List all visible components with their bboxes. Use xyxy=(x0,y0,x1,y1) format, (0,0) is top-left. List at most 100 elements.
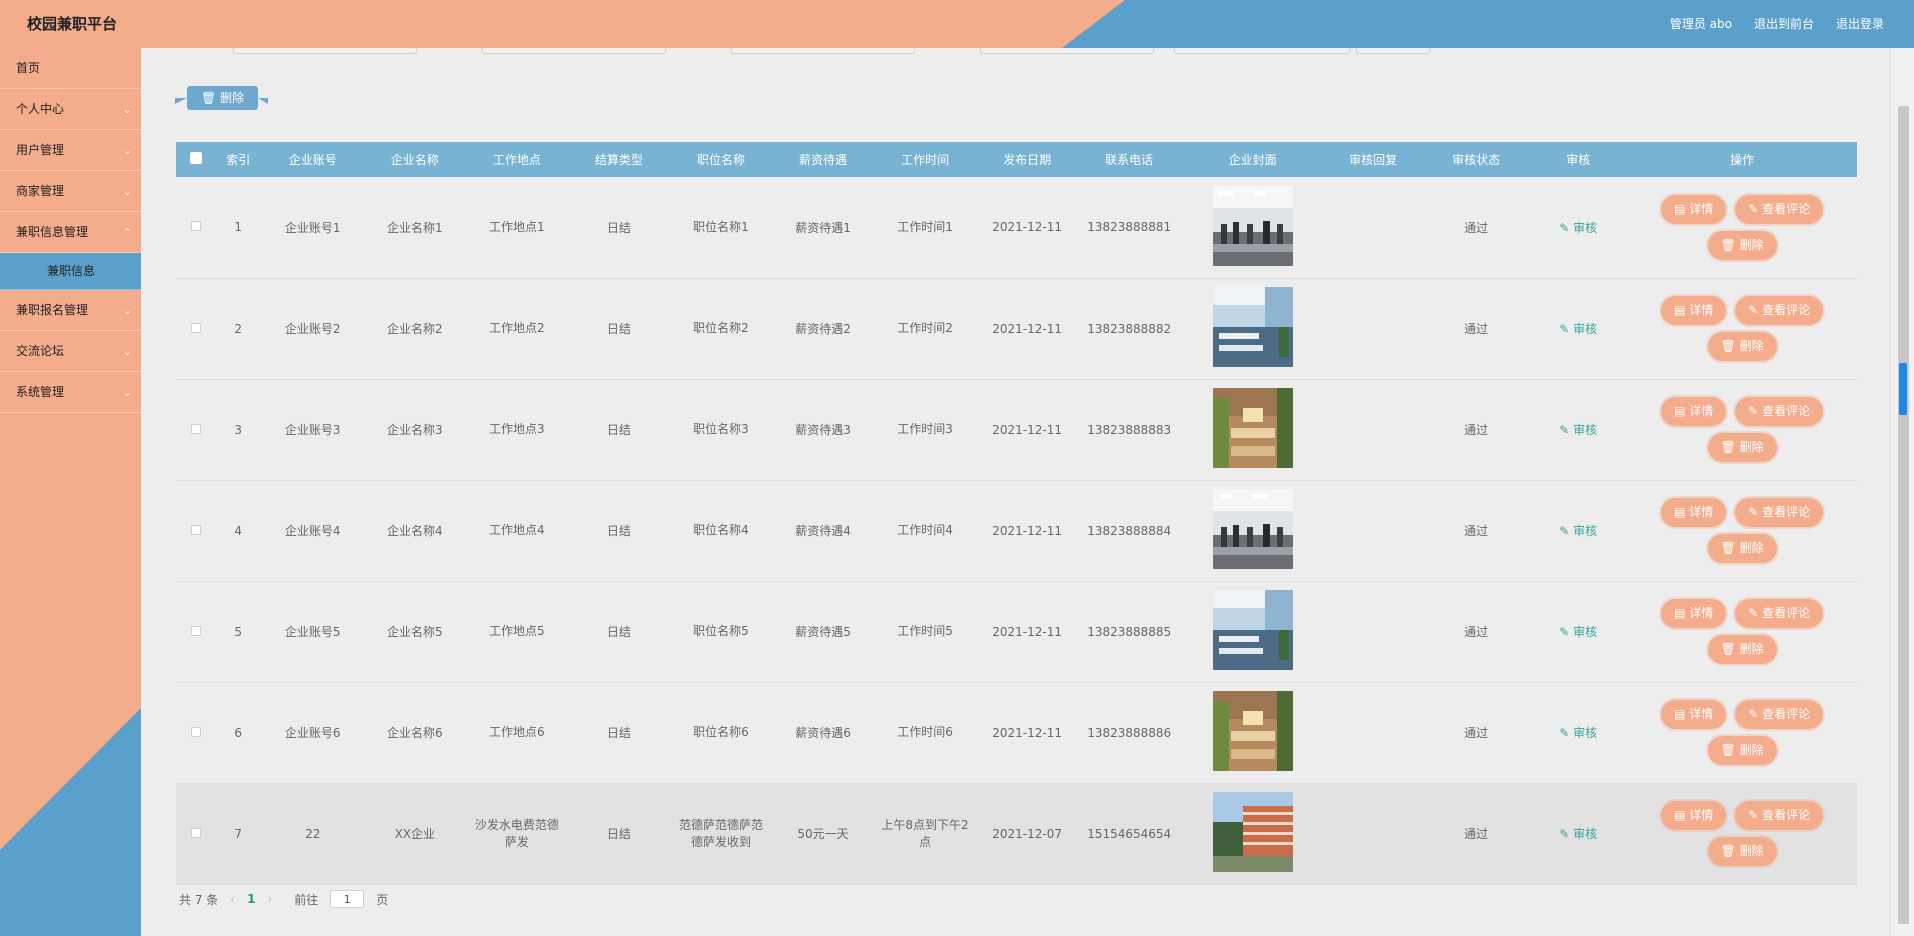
search-button[interactable] xyxy=(1356,48,1430,54)
sidebar-item-label: 商家管理 xyxy=(16,184,65,198)
table-cell: 工作时间3 xyxy=(897,422,953,436)
delete-button[interactable]: 🗑 删除 xyxy=(1707,736,1777,765)
column-header: 操作 xyxy=(1730,153,1755,167)
sidebar-item-signup-mgmt[interactable]: 兼职报名管理 ⌄ xyxy=(0,290,141,331)
table-cell xyxy=(1323,278,1423,379)
detail-button[interactable]: ▤ 详情 xyxy=(1661,700,1727,729)
detail-label: 详情 xyxy=(1689,404,1714,418)
vertical-scrollbar[interactable] xyxy=(1890,48,1914,936)
table-row: 7 22 XX企业 沙发水电费范德萨发 日结 范德萨范德萨范德萨发收到 50元一天 上午8点到… xyxy=(176,783,1857,884)
column-header: 职位名称 xyxy=(696,153,745,167)
table-cell: 日结 xyxy=(606,827,631,841)
table-cell: 工作地点4 xyxy=(489,523,545,537)
view-comments-button[interactable]: ✎ 查看评论 xyxy=(1735,194,1824,224)
view-comments-button[interactable]: ✎ 查看评论 xyxy=(1735,397,1824,426)
table-cell xyxy=(1323,480,1423,581)
batch-delete-button[interactable]: 🗑 删除 xyxy=(174,86,269,110)
audit-link[interactable]: ✎ 审核 xyxy=(1559,726,1597,740)
comments-label: 查看评论 xyxy=(1762,201,1811,216)
row-checkbox[interactable] xyxy=(191,221,202,232)
detail-button[interactable]: ▤ 详情 xyxy=(1661,498,1727,527)
sidebar-item-merchants[interactable]: 商家管理 ⌄ xyxy=(0,171,141,212)
goto-label: 前往 xyxy=(294,892,319,907)
audit-link[interactable]: ✎ 审核 xyxy=(1559,423,1597,437)
delete-button[interactable]: 🗑 删除 xyxy=(1707,230,1777,260)
table-cell: 企业账号3 xyxy=(284,423,341,437)
scrollbar-thumb[interactable] xyxy=(1898,106,1909,924)
delete-button[interactable]: 🗑 删除 xyxy=(1707,635,1777,664)
filter-field[interactable] xyxy=(1174,48,1350,54)
comments-label: 查看评论 xyxy=(1762,808,1811,822)
comments-label: 查看评论 xyxy=(1762,606,1811,620)
sidebar-item-system[interactable]: 系统管理 ⌄ xyxy=(0,372,141,413)
edit-icon: ✎ xyxy=(1748,505,1759,519)
comments-label: 查看评论 xyxy=(1762,404,1811,418)
select-all-checkbox[interactable] xyxy=(190,152,203,164)
sidebar-item-forum[interactable]: 交流论坛 ⌄ xyxy=(0,331,141,372)
filter-field[interactable] xyxy=(731,48,915,54)
table-cell: 工作地点1 xyxy=(489,219,545,234)
audit-link[interactable]: ✎ 审核 xyxy=(1559,322,1597,336)
chevron-down-icon: ⌄ xyxy=(122,386,132,399)
detail-button[interactable]: ▤ 详情 xyxy=(1661,397,1727,426)
view-comments-button[interactable]: ✎ 查看评论 xyxy=(1735,498,1824,527)
sidebar-item-jobinfo[interactable]: 兼职信息 xyxy=(0,253,141,290)
row-checkbox[interactable] xyxy=(191,322,202,333)
row-checkbox[interactable] xyxy=(191,726,202,737)
edit-icon: ✎ xyxy=(1559,726,1570,740)
column-header: 企业封面 xyxy=(1228,153,1277,167)
to-front-link[interactable]: 退出到前台 xyxy=(1754,15,1814,32)
delete-button[interactable]: 🗑 删除 xyxy=(1707,837,1777,866)
cover-cell xyxy=(1182,480,1323,581)
table-cell: 通过 xyxy=(1464,322,1489,336)
table-cell: 2021-12-11 xyxy=(992,523,1062,538)
row-checkbox[interactable] xyxy=(191,827,202,838)
view-comments-button[interactable]: ✎ 查看评论 xyxy=(1735,801,1824,830)
delete-button[interactable]: 🗑 删除 xyxy=(1707,534,1777,563)
delete-button[interactable]: 🗑 删除 xyxy=(1707,433,1777,462)
filter-field[interactable] xyxy=(980,48,1154,54)
cover-image xyxy=(1212,185,1293,269)
goto-page-input[interactable] xyxy=(330,890,365,908)
table-cell: 工作时间6 xyxy=(897,725,953,739)
audit-link[interactable]: ✎ 审核 xyxy=(1559,625,1597,639)
row-checkbox[interactable] xyxy=(191,625,202,636)
next-page-icon[interactable]: › xyxy=(267,892,272,906)
prev-page-icon[interactable]: ‹ xyxy=(230,892,235,906)
detail-label: 详情 xyxy=(1689,303,1714,317)
detail-button[interactable]: ▤ 详情 xyxy=(1661,599,1727,628)
sidebar-item-personal[interactable]: 个人中心 ⌄ xyxy=(0,89,141,130)
sidebar-item-home[interactable]: 首页 xyxy=(0,48,141,89)
logout-link[interactable]: 退出登录 xyxy=(1836,15,1884,32)
audit-label: 审核 xyxy=(1573,322,1598,336)
audit-link[interactable]: ✎ 审核 xyxy=(1559,221,1597,235)
page-number[interactable]: 1 xyxy=(247,892,255,906)
chevron-up-icon: ⌃ xyxy=(122,226,132,239)
view-comments-button[interactable]: ✎ 查看评论 xyxy=(1735,296,1824,325)
table-cell xyxy=(1323,682,1423,783)
view-comments-button[interactable]: ✎ 查看评论 xyxy=(1735,700,1824,729)
sidebar-item-users[interactable]: 用户管理 ⌄ xyxy=(0,130,141,171)
table-body: 1 企业账号1 企业名称1 工作地点1 日结 职位名称1 薪资待遇1 工作时间1 2021-12… xyxy=(176,177,1857,884)
audit-link[interactable]: ✎ 审核 xyxy=(1559,827,1597,841)
table-cell: 13823888883 xyxy=(1087,422,1172,437)
audit-link[interactable]: ✎ 审核 xyxy=(1559,524,1597,538)
detail-label: 详情 xyxy=(1689,505,1714,519)
trash-icon: 🗑 xyxy=(1720,642,1736,656)
delete-button[interactable]: 🗑 删除 xyxy=(1707,332,1777,361)
row-checkbox[interactable] xyxy=(191,524,202,535)
detail-button[interactable]: ▤ 详情 xyxy=(1661,194,1727,224)
row-checkbox[interactable] xyxy=(191,423,202,434)
detail-button[interactable]: ▤ 详情 xyxy=(1661,801,1727,830)
column-header: 审核回复 xyxy=(1349,153,1398,167)
filter-field[interactable] xyxy=(233,48,417,54)
table-cell: 22 xyxy=(305,826,321,841)
sidebar-item-jobinfo-mgmt[interactable]: 兼职信息管理 ⌃ xyxy=(0,212,141,253)
header-accent xyxy=(0,0,1125,48)
view-comments-button[interactable]: ✎ 查看评论 xyxy=(1735,599,1824,628)
detail-button[interactable]: ▤ 详情 xyxy=(1661,296,1727,325)
filter-field[interactable] xyxy=(482,48,666,54)
row-actions: ▤ 详情 ✎ 查看评论 🗑 删除 xyxy=(1657,194,1827,260)
trash-icon: 🗑 xyxy=(201,91,217,105)
ops-cell: ▤ 详情 ✎ 查看评论 🗑 删除 xyxy=(1627,278,1857,379)
